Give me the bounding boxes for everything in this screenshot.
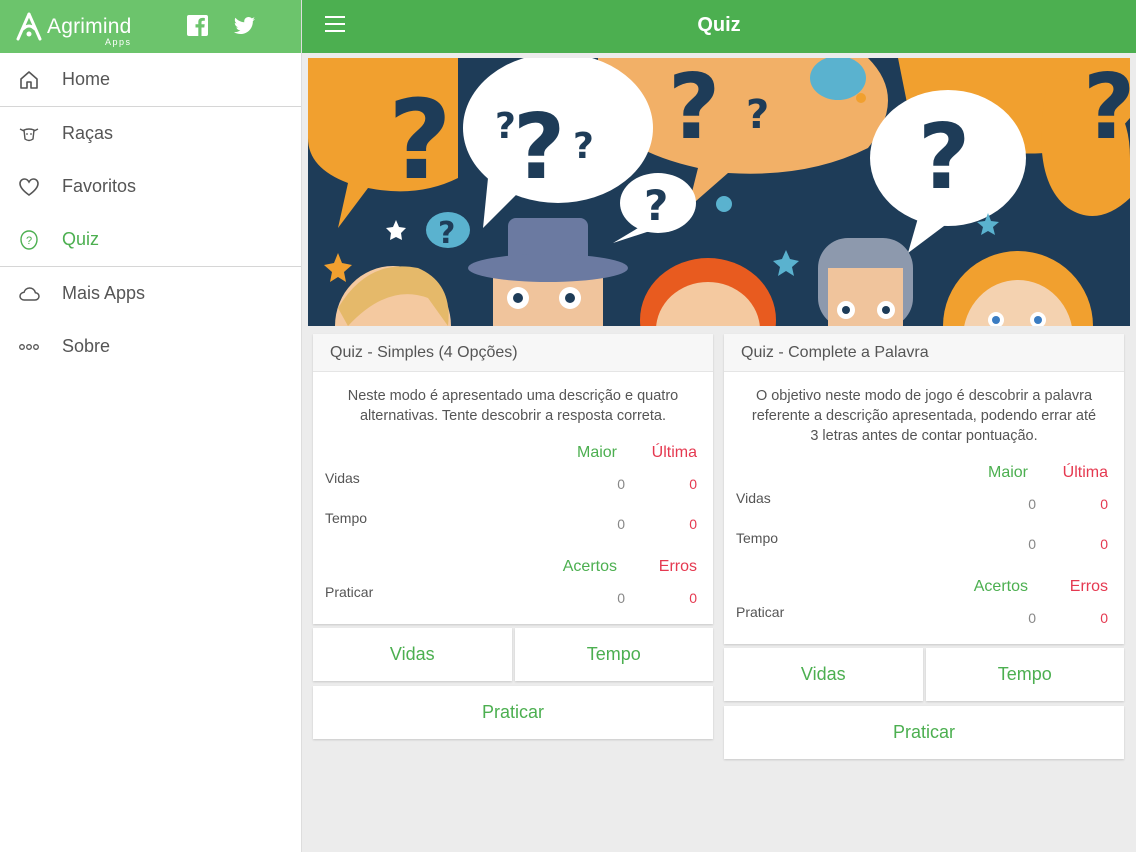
stat-row-praticar: Praticar 0 0: [724, 604, 1124, 644]
quiz-card-simples: Quiz - Simples (4 Opções) Neste modo é a…: [313, 334, 713, 739]
stats-header-practice: Acertos Erros: [724, 570, 1124, 604]
tempo-button[interactable]: Tempo: [514, 628, 713, 681]
card-body: Quiz - Simples (4 Opções) Neste modo é a…: [313, 334, 713, 624]
stat-header-best: Maior: [576, 444, 617, 461]
stat-label: Tempo: [325, 510, 368, 526]
sidebar-item-quiz[interactable]: ? Quiz: [0, 213, 301, 266]
praticar-button[interactable]: Praticar: [724, 706, 1124, 759]
stat-last-value: 0: [689, 516, 697, 532]
agrimind-logo-icon: [16, 12, 42, 40]
stat-header-hits: Acertos: [562, 558, 617, 575]
stat-last-value: 0: [1100, 536, 1108, 552]
praticar-button[interactable]: Praticar: [313, 686, 713, 739]
stat-row-tempo: Tempo 0 0: [313, 510, 713, 550]
stat-best-value: 0: [617, 476, 625, 492]
stats-header-record: Maior Última: [313, 436, 713, 470]
svg-text:?: ?: [388, 76, 452, 204]
sidebar-item-favoritos[interactable]: Favoritos: [0, 160, 301, 213]
cow-icon: [18, 123, 40, 145]
card-description: O objetivo neste modo de jogo é descobri…: [751, 388, 1097, 444]
stat-hits-value: 0: [617, 590, 625, 606]
svg-text:?: ?: [26, 235, 32, 247]
stat-label: Vidas: [325, 470, 360, 486]
sidebar: Agrimind Apps Home Raças Favoritos ? Qui…: [0, 0, 302, 852]
stat-best-value: 0: [617, 516, 625, 532]
stat-label: Vidas: [736, 490, 771, 506]
stat-label: Praticar: [736, 604, 785, 620]
card-description: Neste modo é apresentado uma descrição e…: [347, 388, 679, 424]
stat-header-errors: Erros: [1069, 578, 1108, 595]
sidebar-item-label: Home: [62, 69, 111, 89]
sidebar-header: Agrimind Apps: [0, 0, 301, 53]
sidebar-item-label: Raças: [62, 123, 114, 143]
stat-row-praticar: Praticar 0 0: [313, 584, 713, 624]
stats-header-practice: Acertos Erros: [313, 550, 713, 584]
stat-row-tempo: Tempo 0 0: [724, 530, 1124, 570]
sidebar-item-sobre[interactable]: Sobre: [0, 320, 301, 373]
cloud-icon: [18, 283, 40, 305]
brand-name: Agrimind: [47, 14, 132, 38]
question-icon: ?: [18, 229, 40, 251]
vidas-button[interactable]: Vidas: [724, 648, 923, 701]
stats-header-record: Maior Última: [724, 456, 1124, 490]
stat-header-errors: Erros: [658, 558, 697, 575]
svg-text:?: ?: [573, 126, 594, 167]
svg-text:?: ?: [495, 106, 516, 147]
card-body: Quiz - Complete a Palavra O objetivo nes…: [724, 334, 1124, 644]
svg-text:?: ?: [644, 181, 668, 230]
stat-best-value: 0: [1028, 536, 1036, 552]
stat-header-last: Última: [1062, 464, 1108, 481]
stat-row-vidas: Vidas 0 0: [313, 470, 713, 510]
sidebar-item-home[interactable]: Home: [0, 53, 301, 106]
tempo-button[interactable]: Tempo: [925, 648, 1124, 701]
brand-sub: Apps: [104, 36, 132, 47]
dots-icon: [18, 336, 40, 358]
stat-row-vidas: Vidas 0 0: [724, 490, 1124, 530]
stat-best-value: 0: [1028, 496, 1036, 512]
quiz-card-complete-palavra: Quiz - Complete a Palavra O objetivo nes…: [724, 334, 1124, 759]
svg-text:?: ?: [918, 105, 970, 210]
sidebar-item-racas[interactable]: Raças: [0, 107, 301, 160]
stat-errors-value: 0: [1100, 610, 1108, 626]
sidebar-item-label: Quiz: [62, 229, 100, 249]
sidebar-item-label: Sobre: [62, 336, 111, 356]
stat-header-hits: Acertos: [973, 578, 1028, 595]
sidebar-item-label: Mais Apps: [62, 283, 146, 303]
stat-header-last: Última: [651, 444, 697, 461]
svg-text:?: ?: [668, 58, 720, 160]
vidas-button[interactable]: Vidas: [313, 628, 512, 681]
svg-text:?: ?: [1083, 58, 1130, 160]
stat-last-value: 0: [1100, 496, 1108, 512]
stat-header-best: Maior: [987, 464, 1028, 481]
svg-text:?: ?: [746, 92, 769, 138]
facebook-icon[interactable]: [186, 14, 209, 37]
top-app-bar: Quiz: [302, 0, 1136, 53]
sidebar-item-label: Favoritos: [62, 176, 137, 196]
quiz-banner-image: ? ? ? ? ? ? ? ? ? ?: [308, 58, 1130, 326]
brand-logo[interactable]: Agrimind Apps: [15, 12, 132, 47]
svg-text:?: ?: [513, 95, 565, 200]
heart-icon: [18, 176, 40, 198]
sidebar-menu: Home Raças Favoritos ? Quiz Mais Apps So…: [0, 53, 301, 373]
twitter-icon[interactable]: [233, 14, 256, 37]
stat-label: Praticar: [325, 584, 374, 600]
stat-hits-value: 0: [1028, 610, 1036, 626]
page-title: Quiz: [697, 14, 741, 36]
stat-label: Tempo: [736, 530, 779, 546]
sidebar-item-mais-apps[interactable]: Mais Apps: [0, 267, 301, 320]
card-title: Quiz - Complete a Palavra: [724, 334, 1124, 372]
stat-last-value: 0: [689, 476, 697, 492]
home-icon: [18, 69, 40, 91]
card-title: Quiz - Simples (4 Opções): [313, 334, 713, 372]
stat-errors-value: 0: [689, 590, 697, 606]
svg-text:?: ?: [438, 216, 455, 251]
